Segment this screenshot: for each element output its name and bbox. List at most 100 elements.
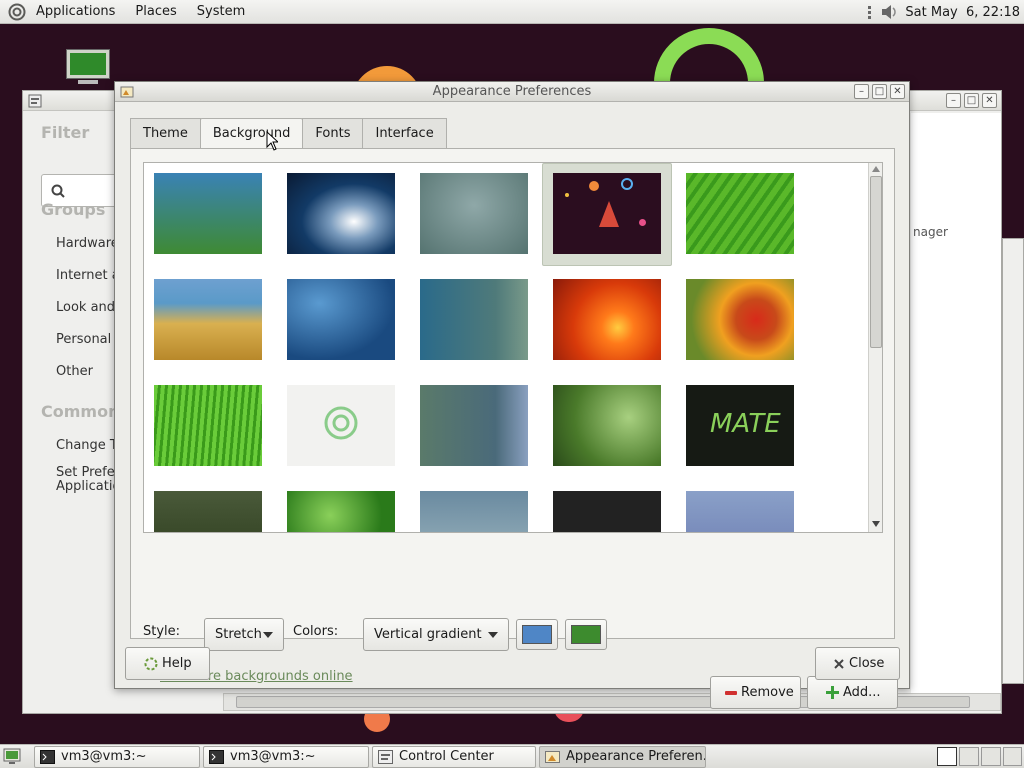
control-center-icon <box>378 750 393 764</box>
wallpaper-thumbnail-selected[interactable] <box>553 173 661 254</box>
group-other[interactable]: Other <box>56 364 93 379</box>
add-button-label: Add... <box>843 685 881 700</box>
chevron-down-icon <box>263 632 273 638</box>
remove-button-label: Remove <box>741 685 794 700</box>
terminal-icon <box>209 750 224 764</box>
add-icon <box>826 686 839 699</box>
background-window-edge <box>1002 238 1024 684</box>
scroll-down-icon[interactable] <box>872 521 880 527</box>
app-icon <box>28 94 42 108</box>
remove-button[interactable]: Remove <box>710 676 801 709</box>
scrollbar-thumb[interactable] <box>870 176 882 348</box>
close-icon[interactable]: ✕ <box>890 84 905 99</box>
common-change-theme[interactable]: Change T <box>56 438 118 453</box>
style-dropdown-value: Stretch <box>215 627 262 642</box>
workspace-switcher-inactive[interactable] <box>959 747 979 766</box>
workspace-switcher-inactive-3[interactable] <box>1003 747 1022 766</box>
menu-applications[interactable]: Applications <box>26 0 125 24</box>
wallpaper-thumbnail[interactable] <box>420 491 528 532</box>
wallpaper-thumbnail[interactable] <box>287 491 395 532</box>
colors-dropdown[interactable]: Vertical gradient <box>363 618 509 651</box>
wallpaper-thumbnail[interactable] <box>420 173 528 254</box>
minimize-icon[interactable]: – <box>854 84 869 99</box>
gallery-vertical-scrollbar[interactable] <box>868 163 882 532</box>
wallpaper-gallery[interactable]: MATE <box>143 162 883 533</box>
taskbar-terminal-1[interactable]: vm3@vm3:~ <box>34 746 200 768</box>
taskbar-terminal-2[interactable]: vm3@vm3:~ <box>203 746 369 768</box>
minimize-icon[interactable]: – <box>946 93 961 108</box>
appearance-preferences-dialog[interactable]: Appearance Preferences – □ ✕ Theme Backg… <box>114 81 910 709</box>
tray-handle-icon <box>868 6 872 19</box>
wallpaper-thumbnail[interactable] <box>553 279 661 360</box>
tab-theme[interactable]: Theme <box>130 118 201 149</box>
group-personal[interactable]: Personal <box>56 332 111 347</box>
group-look-and-feel[interactable]: Look and <box>56 300 115 315</box>
desktop-computer-icon[interactable] <box>64 47 112 87</box>
wallpaper-thumbnail[interactable] <box>420 385 528 466</box>
help-button[interactable]: Help <box>125 647 210 680</box>
wallpaper-thumbnail[interactable] <box>420 279 528 360</box>
bottom-panel: vm3@vm3:~ vm3@vm3:~ Control Center Appea… <box>0 744 1024 768</box>
wallpaper-thumbnail[interactable] <box>154 279 262 360</box>
taskbar-appearance-preferences[interactable]: Appearance Preferen... <box>539 746 706 768</box>
chevron-down-icon <box>488 632 498 638</box>
close-icon <box>834 658 844 669</box>
task-label: Control Center <box>399 749 494 764</box>
group-hardware[interactable]: Hardware <box>56 236 119 251</box>
primary-color-button[interactable] <box>516 619 558 650</box>
common-heading: Common <box>41 402 120 421</box>
workspace-switcher-inactive-2[interactable] <box>981 747 1001 766</box>
maximize-icon[interactable]: □ <box>964 93 979 108</box>
add-button[interactable]: Add... <box>807 676 898 709</box>
menu-places[interactable]: Places <box>125 0 186 24</box>
secondary-color-button[interactable] <box>565 619 607 650</box>
wallpaper-thumbnail[interactable] <box>287 385 395 466</box>
style-dropdown[interactable]: Stretch <box>204 618 284 651</box>
control-center-sidebar: Filter Groups Hardware Internet ar Look … <box>23 111 125 711</box>
wallpaper-thumbnail[interactable] <box>154 385 262 466</box>
mate-text: MATE <box>710 409 781 439</box>
terminal-icon <box>40 750 55 764</box>
close-icon[interactable]: ✕ <box>982 93 997 108</box>
task-label: vm3@vm3:~ <box>230 749 316 764</box>
primary-color-swatch <box>522 625 552 644</box>
taskbar-control-center[interactable]: Control Center <box>372 746 536 768</box>
volume-icon[interactable] <box>879 2 899 22</box>
control-center-content: nager <box>911 113 1001 693</box>
wallpaper-thumbnail[interactable]: MATE <box>686 385 794 466</box>
tab-background[interactable]: Background <box>199 118 304 150</box>
common-applications[interactable]: Applicatio <box>56 479 120 494</box>
tab-fonts[interactable]: Fonts <box>302 118 364 149</box>
appearance-icon <box>120 86 134 98</box>
wallpaper-thumbnail[interactable] <box>686 173 794 254</box>
clock[interactable]: Sat May 6, 22:18 <box>905 5 1020 20</box>
content-item-label[interactable]: nager <box>913 225 948 239</box>
mouse-pointer-icon <box>266 131 278 151</box>
wallpaper-thumbnail[interactable] <box>154 173 262 254</box>
mate-logo-icon[interactable] <box>8 3 26 21</box>
close-button-label: Close <box>849 656 885 671</box>
scroll-up-icon[interactable] <box>872 166 880 172</box>
task-label: vm3@vm3:~ <box>61 749 147 764</box>
maximize-icon[interactable]: □ <box>872 84 887 99</box>
tray: Sat May 6, 22:18 <box>867 0 1020 24</box>
common-set-preferred[interactable]: Set Prefer <box>56 465 120 480</box>
wallpaper-thumbnail[interactable] <box>553 385 661 466</box>
close-button[interactable]: Close <box>815 647 900 680</box>
colors-dropdown-value: Vertical gradient <box>374 627 482 642</box>
wallpaper-thumbnail[interactable] <box>287 173 395 254</box>
wallpaper-thumbnail[interactable] <box>154 491 262 532</box>
wallpaper-thumbnail[interactable] <box>287 279 395 360</box>
tab-bar: Theme Background Fonts Interface <box>130 118 447 150</box>
help-button-label: Help <box>162 656 192 671</box>
wallpaper-thumbnail[interactable] <box>686 491 794 532</box>
tab-interface[interactable]: Interface <box>362 118 447 149</box>
dialog-titlebar[interactable]: Appearance Preferences – □ ✕ <box>115 82 909 102</box>
show-desktop-icon[interactable] <box>3 748 21 765</box>
menu-system[interactable]: System <box>187 0 255 24</box>
mate-logo-icon <box>324 406 358 440</box>
background-tab-panel: MATE Style: Stretch Colors: Vertical gra… <box>130 148 898 709</box>
workspace-switcher[interactable] <box>937 747 957 766</box>
wallpaper-thumbnail[interactable] <box>686 279 794 360</box>
wallpaper-thumbnail[interactable] <box>553 491 661 532</box>
